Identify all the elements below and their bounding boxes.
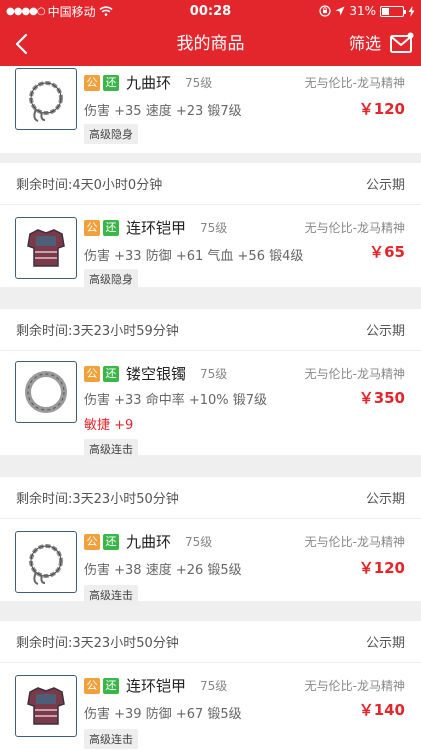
remaining-time: 剩余时间:4天0小时0分钟 — [16, 178, 163, 193]
message-icon[interactable] — [389, 31, 415, 55]
item-price: ￥140 — [358, 701, 405, 719]
product-card[interactable]: 剩余时间:3天23小时59分钟 公示期 公 还 镂空银镯 75级 无与伦比-龙马… — [0, 309, 421, 459]
status-label: 公示期 — [365, 492, 405, 507]
item-skill: 高级连击 — [84, 729, 138, 749]
card-header: 剩余时间:3天23小时50分钟 公示期 — [0, 621, 421, 663]
signal-dots-icon: ●●●●○ — [6, 5, 46, 17]
armor-icon — [15, 217, 77, 279]
status-label: 公示期 — [365, 636, 405, 651]
item-stats: 伤害 +39 防御 +67 锻5级 — [84, 707, 242, 722]
server-name: 无与伦比-龙马精神 — [304, 535, 405, 549]
item-name: 九曲环 — [126, 533, 172, 551]
card-header: 剩余时间:4天0小时0分钟 公示期 — [0, 163, 421, 205]
back-arrow-icon[interactable] — [8, 30, 36, 58]
public-tag: 公 — [84, 533, 100, 550]
item-stats: 伤害 +35 速度 +23 锻7级 — [84, 104, 242, 119]
card-header: 剩余时间:3天23小时50分钟 公示期 — [0, 477, 421, 519]
charging-icon — [408, 5, 415, 17]
item-level: 75级 — [200, 367, 228, 381]
filter-button[interactable]: 筛选 — [349, 22, 381, 66]
product-item[interactable]: 公 还 镂空银镯 75级 无与伦比-龙马精神 伤害 +33 命中率 +10% 锻… — [0, 351, 421, 461]
item-name: 连环铠甲 — [126, 677, 187, 695]
ring-chain-icon — [15, 531, 77, 593]
silver-bracelet-icon — [15, 361, 77, 423]
remaining-time: 剩余时间:3天23小时59分钟 — [16, 324, 179, 339]
status-label: 公示期 — [365, 324, 405, 339]
item-stats: 伤害 +38 速度 +26 锻5级 — [84, 563, 242, 578]
server-name: 无与伦比-龙马精神 — [304, 221, 405, 235]
item-name-row: 公 还 九曲环 75级 — [84, 531, 212, 552]
wifi-icon — [99, 6, 113, 16]
status-label: 公示期 — [365, 178, 405, 193]
item-name-row: 公 还 镂空银镯 75级 — [84, 363, 227, 384]
product-item[interactable]: 公 还 连环铠甲 75级 无与伦比-龙马精神 伤害 +33 防御 +61 气血 … — [0, 205, 421, 315]
rotation-lock-icon — [319, 5, 331, 17]
item-extra-stat: 敏捷 +9 — [84, 418, 134, 433]
battery-icon — [380, 5, 406, 17]
return-tag: 还 — [103, 533, 119, 550]
product-card[interactable]: 剩余时间:3天23小时50分钟 公示期 公 还 连环铠甲 75级 无与伦比-龙马… — [0, 621, 421, 750]
item-name-row: 公 还 连环铠甲 75级 — [84, 675, 227, 696]
item-skill: 高级连击 — [84, 585, 138, 605]
return-tag: 还 — [103, 365, 119, 382]
product-card[interactable]: 剩余时间:4天0小时0分钟 公示期 公 还 连环铠甲 75级 无与伦比-龙马精神… — [0, 163, 421, 289]
product-list: 公 还 九曲环 75级 无与伦比-龙马精神 伤害 +35 速度 +23 锻7级 … — [0, 66, 421, 750]
public-tag: 公 — [84, 74, 100, 91]
product-card[interactable]: 剩余时间:3天23小时50分钟 公示期 公 还 九曲环 75级 无与伦比-龙马精… — [0, 477, 421, 605]
item-skill: 高级隐身 — [84, 269, 138, 289]
item-name: 连环铠甲 — [126, 219, 187, 237]
server-name: 无与伦比-龙马精神 — [304, 76, 405, 90]
product-item[interactable]: 公 还 九曲环 75级 无与伦比-龙马精神 伤害 +38 速度 +26 锻5级 … — [0, 519, 421, 629]
battery-percent: 31% — [349, 4, 376, 18]
item-price: ￥65 — [369, 243, 405, 261]
nav-bar: 我的商品 筛选 — [0, 22, 421, 66]
item-skill: 高级连击 — [84, 439, 138, 459]
item-level: 75级 — [185, 535, 213, 549]
item-name: 九曲环 — [126, 74, 172, 92]
public-tag: 公 — [84, 677, 100, 694]
item-stats: 伤害 +33 防御 +61 气血 +56 锻4级 — [84, 249, 304, 264]
carrier-label: 中国移动 — [47, 4, 96, 19]
item-name-row: 公 还 九曲环 75级 — [84, 72, 212, 93]
item-skill: 高级隐身 — [84, 124, 138, 144]
return-tag: 还 — [103, 74, 119, 91]
item-stats: 伤害 +33 命中率 +10% 锻7级 — [84, 393, 268, 408]
location-icon — [335, 6, 345, 16]
return-tag: 还 — [103, 219, 119, 236]
product-item[interactable]: 公 还 连环铠甲 75级 无与伦比-龙马精神 伤害 +39 防御 +67 锻5级… — [0, 663, 421, 750]
armor-icon — [15, 675, 77, 737]
status-right: 31% — [319, 4, 415, 18]
ring-chain-icon — [15, 68, 77, 130]
item-name-row: 公 还 连环铠甲 75级 — [84, 217, 227, 238]
card-header: 剩余时间:3天23小时59分钟 公示期 — [0, 309, 421, 351]
product-card[interactable]: 公 还 九曲环 75级 无与伦比-龙马精神 伤害 +35 速度 +23 锻7级 … — [0, 66, 421, 153]
status-left: ●●●●○ 中国移动 — [6, 3, 319, 20]
product-item[interactable]: 公 还 九曲环 75级 无与伦比-龙马精神 伤害 +35 速度 +23 锻7级 … — [0, 66, 421, 164]
server-name: 无与伦比-龙马精神 — [304, 367, 405, 381]
item-name: 镂空银镯 — [126, 365, 187, 383]
remaining-time: 剩余时间:3天23小时50分钟 — [16, 636, 179, 651]
item-level: 75级 — [200, 679, 228, 693]
public-tag: 公 — [84, 219, 100, 236]
server-name: 无与伦比-龙马精神 — [304, 679, 405, 693]
status-bar: ●●●●○ 中国移动 00:28 31% — [0, 0, 421, 22]
item-price: ￥120 — [358, 100, 405, 118]
item-level: 75级 — [200, 221, 228, 235]
item-level: 75级 — [185, 76, 213, 90]
return-tag: 还 — [103, 677, 119, 694]
item-price: ￥120 — [358, 559, 405, 577]
remaining-time: 剩余时间:3天23小时50分钟 — [16, 492, 179, 507]
item-price: ￥350 — [358, 389, 405, 407]
public-tag: 公 — [84, 365, 100, 382]
